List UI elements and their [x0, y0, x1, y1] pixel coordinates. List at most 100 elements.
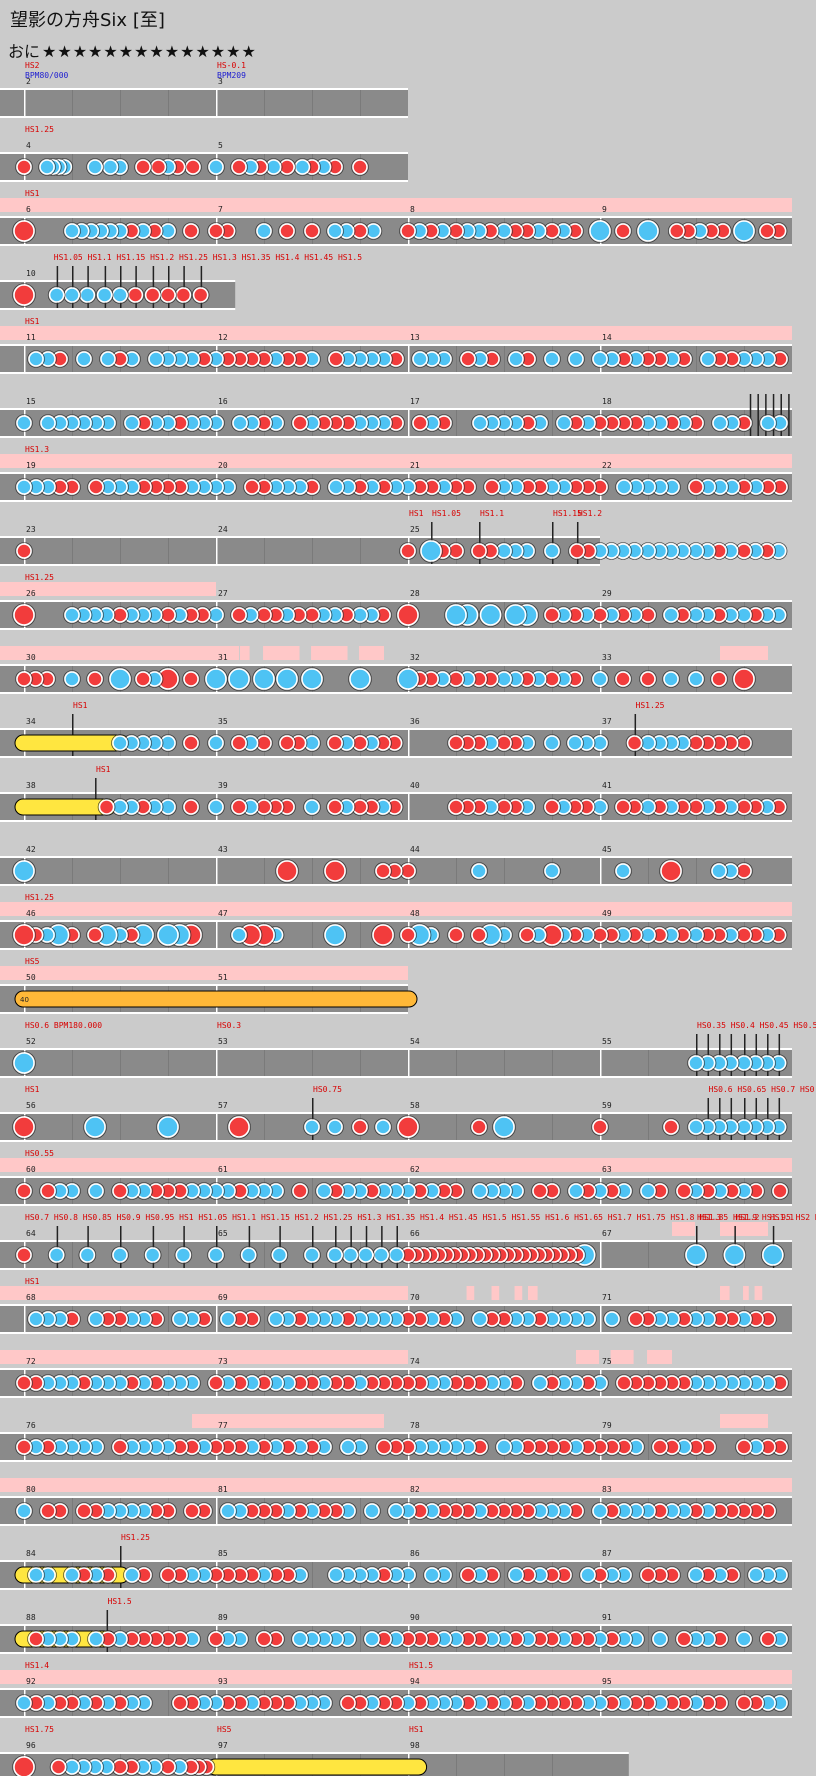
ka-note: [79, 1247, 96, 1263]
don-note: [652, 1439, 668, 1455]
measure-number: 4: [26, 141, 31, 150]
lane-edge: [0, 244, 792, 246]
ka-note: [544, 863, 560, 879]
measure-number: 49: [602, 909, 612, 918]
don-note: [460, 1567, 476, 1583]
ka-note: [397, 668, 419, 690]
lane-edge: [0, 344, 792, 346]
don-note: [400, 223, 416, 239]
lane-edge: [0, 116, 408, 118]
don-note: [397, 1116, 419, 1138]
lane-edge: [0, 1112, 792, 1114]
don-note: [16, 159, 32, 175]
hs-label: HS1: [25, 1277, 40, 1286]
don-note: [640, 1567, 656, 1583]
ka-note: [663, 607, 679, 623]
ka-note: [508, 1567, 524, 1583]
don-note: [87, 671, 103, 687]
lane-edge: [0, 664, 792, 666]
ka-note: [304, 1119, 320, 1135]
measure-number: 11: [26, 333, 36, 342]
don-note: [135, 671, 151, 687]
ka-note: [253, 668, 275, 690]
don-note: [231, 607, 247, 623]
measure-number: 54: [410, 1037, 420, 1046]
measure-number: 37: [602, 717, 612, 726]
ka-note: [723, 1244, 746, 1266]
hs-label: HS0.6 BPM180.000: [25, 1021, 102, 1030]
measure-number: 43: [218, 845, 228, 854]
ka-note: [231, 927, 247, 943]
measure-line: [408, 344, 410, 374]
beat-line: [360, 922, 361, 948]
hs-label: HS1.3: [25, 445, 49, 454]
measure-number: 85: [218, 1549, 228, 1558]
ka-note: [100, 351, 116, 367]
gogo-band: [0, 326, 792, 340]
ka-note: [364, 1503, 380, 1519]
measure-number: 86: [410, 1549, 420, 1558]
hs-label: HS1.25: [25, 573, 54, 582]
ka-note: [349, 668, 371, 690]
measure-number: 40: [410, 781, 420, 790]
beat-line: [696, 858, 697, 884]
bpm-label: BPM80/000: [25, 71, 69, 80]
beat-line: [456, 346, 457, 372]
measure-number: 63: [602, 1165, 612, 1174]
don-note: [676, 1183, 692, 1199]
hs-label: HS1: [409, 509, 424, 518]
don-note: [615, 799, 631, 815]
lane-edge: [0, 1524, 792, 1526]
hs-label: HS1.5: [108, 1597, 132, 1606]
hs-label: HS2: [25, 61, 40, 70]
hs-label: HS0.6 HS0.65 HS0.7 HS0.75 HS0.8 HS0.85 H…: [709, 1085, 816, 1094]
don-note: [471, 1119, 487, 1135]
don-note: [13, 924, 35, 946]
don-note: [676, 1631, 692, 1647]
gogo-band: [720, 646, 768, 660]
measure-number: 38: [26, 781, 36, 790]
ka-note: [388, 1247, 405, 1263]
don-note: [569, 543, 585, 559]
lane-edge: [0, 628, 792, 630]
measure-number: 45: [602, 845, 612, 854]
don-note: [16, 1183, 32, 1199]
don-note: [208, 1631, 224, 1647]
don-note: [448, 799, 464, 815]
don-note: [711, 671, 727, 687]
beat-line: [72, 346, 73, 372]
gogo-band: [311, 646, 348, 660]
hs-label: HS1.75: [25, 1725, 54, 1734]
measure-number: 97: [218, 1741, 228, 1750]
lane-edge: [0, 1332, 792, 1334]
ka-note: [124, 1567, 140, 1583]
beat-line: [312, 922, 313, 948]
measure-number: 98: [410, 1741, 420, 1750]
gogo-band: [263, 646, 300, 660]
lane-edge: [0, 1716, 792, 1718]
beat-line: [552, 1114, 553, 1140]
measure-number: 22: [602, 461, 612, 470]
measure-number: 39: [218, 781, 228, 790]
drumroll-note: [14, 734, 130, 752]
ka-note: [276, 668, 298, 690]
beat-line: [648, 1434, 649, 1460]
gogo-band: [754, 1286, 763, 1300]
measure-number: 80: [26, 1485, 36, 1494]
measure-number: 48: [410, 909, 420, 918]
measure-number: 66: [410, 1229, 420, 1238]
beat-line: [648, 1242, 649, 1268]
beat-line: [456, 1562, 457, 1588]
don-note: [628, 1311, 644, 1327]
gogo-band: [0, 1670, 792, 1684]
don-note: [544, 799, 560, 815]
measure-line: [24, 344, 26, 374]
ka-note: [28, 1567, 44, 1583]
ka-note: [208, 159, 224, 175]
measure-number: 75: [602, 1357, 612, 1366]
beat-line: [504, 1562, 505, 1588]
beat-line: [72, 1498, 73, 1524]
ka-note: [496, 1439, 512, 1455]
gogo-band: [647, 1350, 672, 1364]
don-note: [328, 351, 344, 367]
